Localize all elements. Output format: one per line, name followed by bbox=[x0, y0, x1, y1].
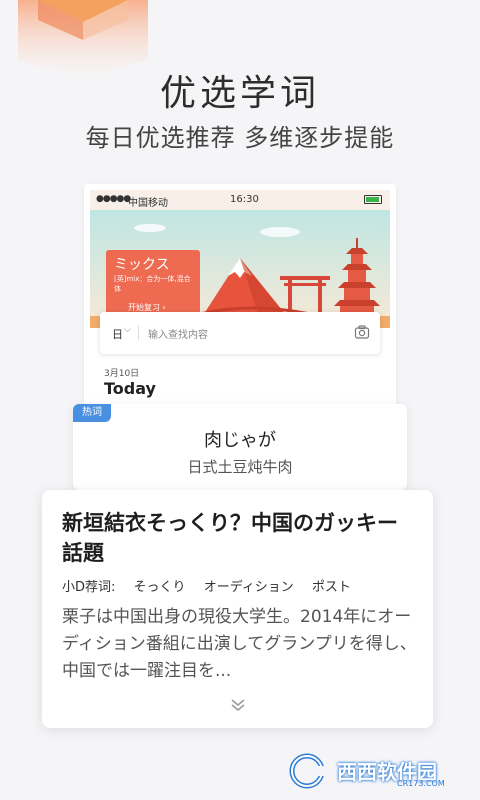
search-bar[interactable]: 日 ⌵ 输入查找内容 bbox=[100, 312, 380, 354]
recommended-word[interactable]: ポスト bbox=[312, 580, 351, 595]
signal-icon: ●●●●● bbox=[96, 194, 131, 204]
carrier-label: 中国移动 bbox=[128, 198, 168, 209]
status-bar: ●●●●● 中国移动 16:30 bbox=[90, 190, 390, 210]
language-selector[interactable]: 日 bbox=[112, 326, 123, 342]
review-word-definition: [英]mix：合为一体,混合体 bbox=[114, 275, 191, 293]
watermark-logo-icon bbox=[289, 753, 335, 789]
hot-word-meaning: 日式土豆炖牛肉 bbox=[187, 458, 293, 476]
article-title[interactable]: 新垣結衣そっくり？中国のガッキー話題 bbox=[62, 508, 418, 568]
chevron-down-icon[interactable]: ⌵ bbox=[124, 325, 131, 335]
hot-word-term: 肉じゃが bbox=[204, 430, 276, 451]
double-chevron-down-icon[interactable] bbox=[228, 698, 248, 712]
promo-headline: 优选学词 bbox=[159, 73, 320, 114]
article-card[interactable]: 新垣結衣そっくり？中国のガッキー話題 小D荐词: そっくり オーディション ポス… bbox=[42, 490, 433, 728]
recommended-words: 小D荐词: そっくり オーディション ポスト bbox=[62, 576, 365, 595]
search-divider bbox=[138, 325, 139, 340]
recommended-word[interactable]: オーディション bbox=[204, 580, 294, 595]
watermark-url: CR173.COM bbox=[397, 779, 445, 788]
status-time: 16:30 bbox=[230, 194, 259, 205]
promo-subline: 每日优选推荐 多维逐步提能 bbox=[85, 124, 395, 152]
word-review-card[interactable]: ミックス [英]mix：合为一体,混合体 开始复习 › bbox=[106, 250, 200, 318]
hot-word-badge: 热词 bbox=[73, 404, 111, 422]
recommended-word[interactable]: そっくり bbox=[134, 580, 186, 595]
article-excerpt: 栗子は中国出身の現役大学生。2014年にオーディション番組に出演してグランプリを… bbox=[62, 607, 417, 681]
feed-date: 3月10日 bbox=[104, 369, 140, 379]
camera-icon[interactable] bbox=[354, 324, 370, 340]
recommended-words-label: 小D荐词: bbox=[62, 580, 116, 595]
review-word: ミックス bbox=[114, 257, 170, 273]
hot-word-card[interactable]: 热词 肉じゃが 日式土豆炖牛肉 bbox=[73, 404, 407, 490]
search-input[interactable]: 输入查找内容 bbox=[148, 326, 208, 341]
battery-icon bbox=[364, 195, 382, 204]
site-watermark: 西西软件园 CR173.COM bbox=[287, 752, 462, 790]
japan-landscape-banner: ミックス [英]mix：合为一体,混合体 开始复习 › bbox=[90, 210, 390, 328]
feed-today-heading: Today bbox=[104, 379, 156, 398]
